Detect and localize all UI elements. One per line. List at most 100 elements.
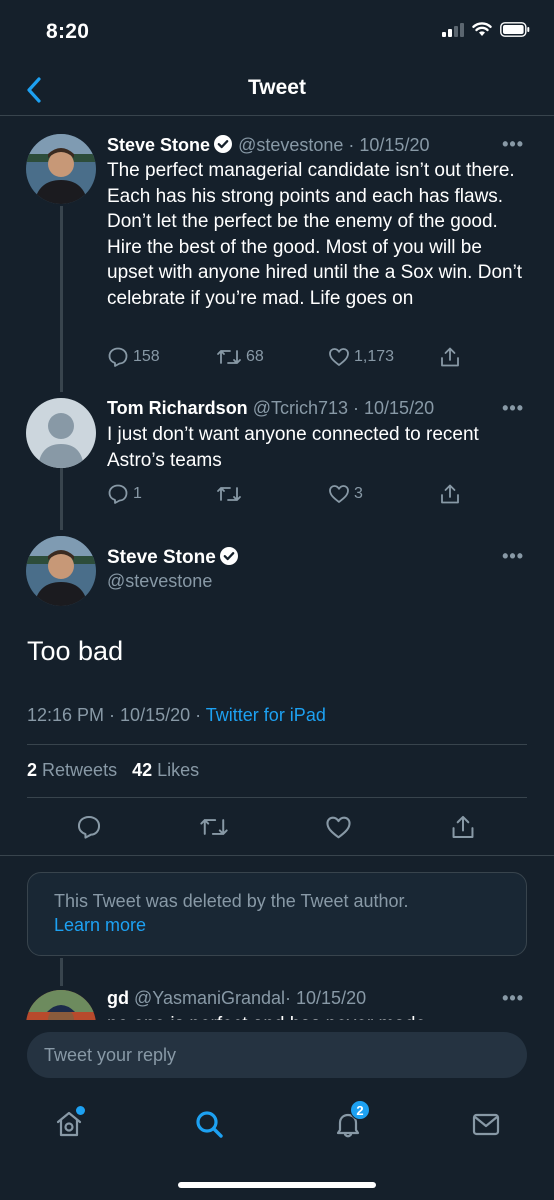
page-title: Tweet <box>248 76 306 99</box>
share-icon <box>441 347 459 367</box>
like-count: 1,173 <box>354 348 395 365</box>
status-icons <box>442 22 530 42</box>
share-button[interactable] <box>439 483 461 505</box>
retweet-total: 2 <box>27 760 38 780</box>
thread-line <box>60 206 63 392</box>
like-count: 3 <box>354 485 363 502</box>
reply-count: 1 <box>133 485 142 502</box>
retweet-icon <box>200 819 228 835</box>
cellular-signal-icon <box>442 22 464 42</box>
retweet-button[interactable] <box>216 483 242 505</box>
home-indicator[interactable] <box>178 1182 376 1188</box>
likes-stat[interactable]: 42 Likes <box>132 760 199 780</box>
author-name[interactable]: gd <box>107 988 129 1008</box>
tweet-stats: 2 Retweets 42 Likes <box>27 760 199 781</box>
main-tweet-text: Too bad <box>27 636 124 666</box>
battery-icon <box>500 22 530 42</box>
reply-button[interactable]: 1 <box>107 483 142 505</box>
author-name-text: Steve Stone <box>107 547 216 568</box>
notifications-badge: 2 <box>350 1100 370 1120</box>
divider <box>0 855 554 856</box>
tweet-source-link[interactable]: Twitter for iPad <box>206 705 326 725</box>
tweet-text: The perfect managerial candidate isn’t o… <box>107 160 523 309</box>
more-options-button[interactable]: ••• <box>502 988 524 1009</box>
retweet-icon <box>217 487 241 501</box>
reply-input[interactable]: Tweet your reply <box>27 1032 527 1078</box>
tweet-actions: 158 68 1,173 <box>107 346 467 370</box>
tweet-meta: 12:16 PM · 10/15/20 · Twitter for iPad <box>27 705 326 725</box>
home-notification-dot <box>76 1106 85 1115</box>
verified-badge-icon <box>219 546 239 572</box>
status-bar: 8:20 <box>0 0 554 64</box>
thread-line <box>60 468 63 530</box>
search-icon <box>196 1111 223 1138</box>
retweet-button[interactable]: 68 <box>216 346 264 368</box>
wifi-icon <box>472 22 492 42</box>
reply-count: 158 <box>133 348 160 365</box>
reply-icon <box>108 347 128 367</box>
tab-notifications[interactable]: 2 <box>328 1100 370 1144</box>
retweet-button[interactable] <box>199 814 229 845</box>
avatar[interactable] <box>26 398 96 468</box>
thread-line <box>60 958 63 986</box>
author-name[interactable]: Steve Stone <box>107 135 210 155</box>
more-options-button[interactable]: ••• <box>502 398 524 419</box>
tab-messages[interactable] <box>466 1104 506 1144</box>
retweet-label: Retweets <box>42 760 118 780</box>
avatar[interactable] <box>26 134 96 204</box>
tweet-header: gd @YasmaniGrandal· 10/15/20 <box>107 988 366 1009</box>
reply-icon <box>108 484 128 504</box>
deleted-tweet-notice: This Tweet was deleted by the Tweet auth… <box>27 872 527 956</box>
heart-icon <box>326 816 351 839</box>
tweet-date: 10/15/20 <box>120 705 191 725</box>
tweet-text: I just don’t want anyone connected to re… <box>107 424 479 471</box>
share-button[interactable] <box>450 814 476 845</box>
like-label: Likes <box>157 760 200 780</box>
divider <box>27 797 527 798</box>
tweet-date: · 10/15/20 <box>353 398 435 418</box>
author-handle: @Tcrich713 <box>252 398 349 418</box>
tweet-text: no one is perfect and has never made <box>107 1012 532 1020</box>
nav-bar: Tweet <box>0 64 554 116</box>
verified-badge-icon <box>213 134 233 159</box>
retweet-icon <box>217 350 241 364</box>
share-button[interactable] <box>439 346 461 368</box>
tweet-header: Tom Richardson @Tcrich713 · 10/15/20 <box>107 398 434 419</box>
more-options-button[interactable]: ••• <box>502 546 524 567</box>
more-options-button[interactable]: ••• <box>502 134 524 155</box>
reply-button[interactable] <box>76 814 102 845</box>
reply-icon <box>77 815 101 839</box>
like-button[interactable] <box>325 814 352 846</box>
like-button[interactable]: 3 <box>328 483 363 505</box>
deleted-notice-text: This Tweet was deleted by the Tweet auth… <box>54 891 409 911</box>
avatar[interactable] <box>26 536 96 606</box>
author-handle: @stevestone <box>107 571 213 591</box>
reply-preview[interactable]: gd @YasmaniGrandal· 10/15/20 ••• no one … <box>0 984 554 1020</box>
learn-more-link[interactable]: Learn more <box>54 913 500 937</box>
reply-placeholder: Tweet your reply <box>44 1044 177 1065</box>
main-tweet-actions <box>0 814 554 842</box>
avatar[interactable] <box>26 990 96 1020</box>
tweet-date: · 10/15/20 <box>285 988 367 1008</box>
tweet-actions: 1 3 <box>107 483 467 507</box>
tweet-header: Steve Stone @stevestone · 10/15/20 <box>107 134 429 159</box>
like-button[interactable]: 1,173 <box>328 346 394 368</box>
retweet-count: 68 <box>246 348 264 365</box>
heart-icon <box>329 348 349 366</box>
tab-search[interactable] <box>189 1104 229 1144</box>
author-handle: @stevestone <box>238 135 344 155</box>
tweet-time: 12:16 PM <box>27 705 105 725</box>
share-icon <box>441 484 459 504</box>
share-icon <box>452 815 474 839</box>
author-name[interactable]: Steve Stone <box>107 546 239 572</box>
author-handle: @YasmaniGrandal <box>134 988 286 1008</box>
tweet-date: · 10/15/20 <box>348 135 430 155</box>
status-time: 8:20 <box>46 20 90 43</box>
retweets-stat[interactable]: 2 Retweets <box>27 760 117 780</box>
like-total: 42 <box>132 760 153 780</box>
author-name[interactable]: Tom Richardson <box>107 398 248 418</box>
heart-icon <box>329 485 349 503</box>
mail-icon <box>472 1113 500 1136</box>
tab-home[interactable] <box>49 1104 89 1144</box>
reply-button[interactable]: 158 <box>107 346 160 368</box>
